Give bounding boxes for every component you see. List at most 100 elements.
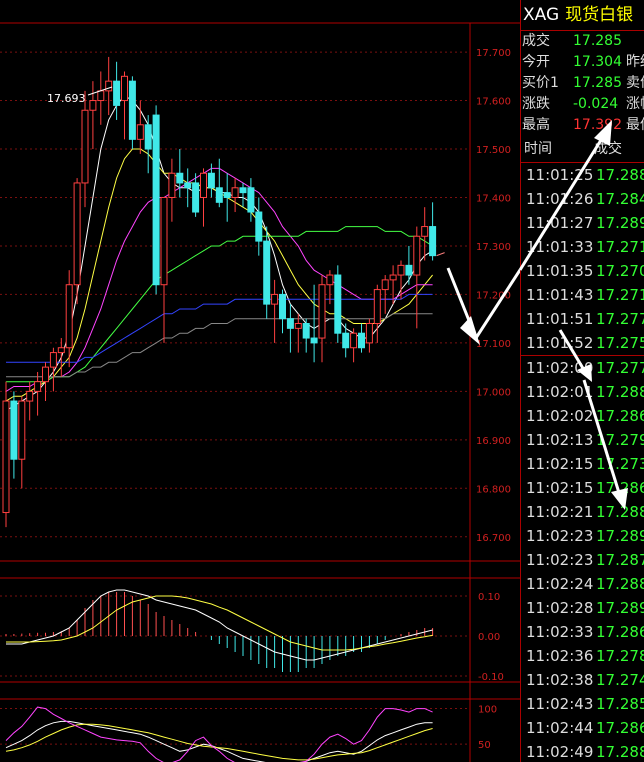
arrow-marks [446, 267, 520, 345]
quote-row: 最高 17.392最低 [521, 115, 644, 136]
trade-row[interactable]: 11:02:23 17.287 [521, 548, 644, 572]
candle [263, 226, 271, 319]
candle-body [373, 289, 381, 325]
candle [215, 158, 223, 208]
quote-extra-label: 最低 [626, 117, 644, 133]
trade-row[interactable]: 11:01:33 17.271 [521, 235, 644, 259]
trade-time: 11:01:25 [526, 166, 594, 184]
candle-body [413, 235, 421, 276]
trade-row[interactable]: 11:01:51 17.277 [521, 307, 644, 331]
trade-price: 17.286 [596, 479, 644, 497]
trade-list[interactable]: 11:01:25 17.288 11:01:26 17.284 11:01:27 17.2… [521, 163, 644, 762]
candle [294, 313, 302, 353]
trade-row[interactable]: 11:02:23 17.289 [521, 524, 644, 548]
candle-body [121, 75, 128, 102]
trade-time: 11:01:33 [526, 238, 594, 256]
trade-row[interactable]: 11:02:15 17.286 [521, 476, 644, 500]
high-annotation: 17.693 [47, 92, 86, 105]
candle-body [207, 172, 215, 189]
trade-price: 17.271 [596, 286, 644, 304]
quote-label: 成交 [522, 33, 550, 49]
candle-body [239, 187, 247, 194]
candle [73, 178, 81, 305]
candle-body [215, 187, 223, 203]
candle-body [105, 80, 113, 92]
trade-row[interactable]: 11:01:43 17.271 [521, 283, 644, 307]
quote-row: 今开 17.304昨结 [521, 52, 644, 73]
trade-row[interactable]: 11:02:49 17.288 [521, 740, 644, 762]
candle [310, 284, 318, 363]
trade-row[interactable]: 11:02:01 17.288 [521, 380, 644, 404]
candle [42, 362, 49, 402]
trade-row[interactable]: 11:02:33 17.286 [521, 620, 644, 644]
trade-time: 11:02:21 [526, 503, 594, 521]
trade-time: 11:02:15 [526, 455, 594, 473]
price-tick-label: 17.400 [476, 193, 511, 204]
candle [10, 391, 18, 479]
trade-row[interactable]: 11:02:21 17.288 [521, 500, 644, 524]
candle [105, 56, 113, 116]
kdj-d-line [5, 723, 433, 761]
trade-row[interactable]: 11:01:26 17.284 [521, 187, 644, 211]
trade-row[interactable]: 11:02:28 17.289 [521, 596, 644, 620]
candle-body [247, 187, 255, 213]
candle [365, 318, 373, 353]
candle-body [255, 211, 263, 242]
trade-price: 17.278 [596, 647, 644, 665]
trade-row[interactable]: 11:01:52 17.275 [521, 331, 644, 355]
candle-body [184, 182, 192, 189]
candle-body [65, 284, 73, 349]
trade-row[interactable]: 11:02:38 17.274 [521, 668, 644, 692]
trade-row[interactable]: 11:02:44 17.286 [521, 716, 644, 740]
trade-row[interactable]: 11:02:24 17.288 [521, 572, 644, 596]
candle [223, 173, 231, 222]
candle-body [200, 172, 207, 198]
chart-area[interactable]: 17.700 17.600 17.500 17.400 17.300 17.200 17.1… [0, 0, 628, 762]
candle [286, 304, 294, 353]
trade-time: 11:02:13 [526, 431, 594, 449]
candle [373, 284, 381, 343]
candle-body [318, 284, 326, 339]
trade-row[interactable]: 11:01:35 17.270 [521, 259, 644, 283]
kline-chart[interactable]: 17.70017.60017.50017.40017.30017.20017.1… [0, 0, 520, 762]
trade-row[interactable]: 11:02:43 17.285 [521, 692, 644, 716]
trade-price: 17.286 [596, 623, 644, 641]
kdj-tick-label: 50 [478, 740, 491, 751]
candle [168, 158, 176, 222]
candle-body [152, 114, 160, 286]
price-tick-label: 16.700 [476, 533, 511, 544]
candle [413, 226, 421, 329]
candle-body [136, 124, 144, 140]
candle-body [128, 80, 136, 140]
quote-row: 成交 17.285 [521, 31, 644, 52]
candle-body [350, 332, 358, 349]
candle-body [10, 400, 18, 460]
trade-time: 11:02:36 [526, 647, 594, 665]
trade-price: 17.286 [596, 407, 644, 425]
trade-row[interactable]: 11:02:00 17.277 [521, 355, 644, 380]
trade-row[interactable]: 11:01:25 17.288 [521, 163, 644, 187]
trade-price: 17.287 [596, 551, 644, 569]
trade-row[interactable]: 11:02:36 17.278 [521, 644, 644, 668]
candle [334, 265, 342, 343]
ma-line [5, 95, 433, 412]
trade-row[interactable]: 11:02:02 17.286 [521, 404, 644, 428]
trade-time: 11:01:52 [526, 334, 594, 352]
trade-row[interactable]: 11:01:27 17.289 [521, 211, 644, 235]
candle-body [26, 390, 34, 402]
candle-body [49, 352, 57, 368]
candle-body [42, 366, 49, 383]
trade-time: 11:02:01 [526, 383, 594, 401]
candle [271, 279, 279, 343]
trade-price: 17.273 [596, 455, 644, 473]
trade-row[interactable]: 11:02:15 17.273 [521, 452, 644, 476]
candle-body [113, 80, 121, 106]
candle-body [342, 332, 350, 349]
candle [18, 396, 26, 489]
candle-body [192, 182, 200, 213]
macd-tick-label: 0.00 [478, 632, 500, 643]
trade-time: 11:02:44 [526, 719, 594, 737]
trade-price: 17.288 [596, 383, 644, 401]
candle [160, 196, 168, 343]
trade-row[interactable]: 11:02:13 17.279 [521, 428, 644, 452]
